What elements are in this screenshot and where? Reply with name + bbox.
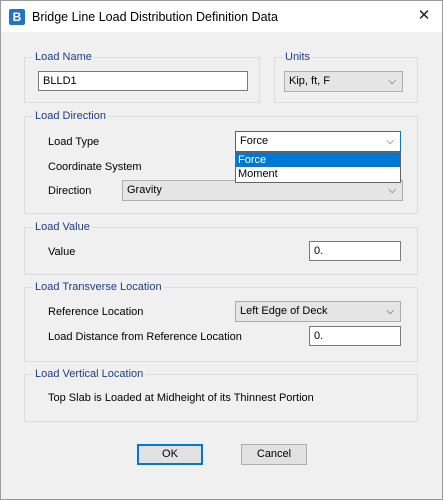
app-logo-icon: B <box>9 9 25 25</box>
coordinate-system-label: Coordinate System <box>48 161 142 173</box>
load-name-input[interactable]: BLLD1 <box>38 71 248 91</box>
reference-location-value: Left Edge of Deck <box>240 305 328 317</box>
window-title: Bridge Line Load Distribution Definition… <box>32 10 278 24</box>
cancel-button[interactable]: Cancel <box>241 444 307 465</box>
load-transverse-legend: Load Transverse Location <box>33 281 164 294</box>
distance-label: Load Distance from Reference Location <box>48 331 242 343</box>
units-select-value: Kip, ft, F <box>289 75 330 87</box>
direction-select[interactable]: Gravity ⌵ <box>122 180 403 201</box>
units-select[interactable]: Kip, ft, F ⌵ <box>284 71 403 92</box>
value-label: Value <box>48 246 76 258</box>
load-vertical-text: Top Slab is Loaded at Midheight of its T… <box>48 392 314 404</box>
chevron-down-icon: ⌵ <box>386 136 394 147</box>
load-vertical-legend: Load Vertical Location <box>33 368 146 381</box>
dropdown-option-force[interactable]: Force <box>236 153 400 167</box>
direction-select-value: Gravity <box>127 184 162 196</box>
chevron-down-icon: ⌵ <box>386 306 394 317</box>
load-type-select-value: Force <box>240 135 269 147</box>
ok-button[interactable]: OK <box>137 444 203 465</box>
direction-label: Direction <box>48 185 92 197</box>
load-name-legend: Load Name <box>33 51 94 64</box>
dialog-window: B Bridge Line Load Distribution Definiti… <box>0 0 443 500</box>
load-type-label: Load Type <box>48 136 100 148</box>
load-transverse-group: Load Transverse Location <box>24 281 418 362</box>
load-type-dropdown-list: Force Moment <box>235 152 401 183</box>
chevron-down-icon: ⌵ <box>388 185 396 196</box>
load-direction-legend: Load Direction <box>33 110 108 123</box>
load-value-input[interactable]: 0. <box>309 241 401 261</box>
load-type-select[interactable]: Force ⌵ <box>235 131 401 152</box>
chevron-down-icon: ⌵ <box>388 76 396 87</box>
distance-input[interactable]: 0. <box>309 326 401 346</box>
dropdown-option-moment[interactable]: Moment <box>236 167 400 181</box>
reference-location-label: Reference Location <box>48 306 144 318</box>
reference-location-select[interactable]: Left Edge of Deck ⌵ <box>235 301 401 322</box>
units-legend: Units <box>283 51 313 64</box>
close-icon[interactable]: ✕ <box>406 1 442 31</box>
load-value-legend: Load Value <box>33 221 92 234</box>
title-bar: B Bridge Line Load Distribution Definiti… <box>1 1 442 32</box>
